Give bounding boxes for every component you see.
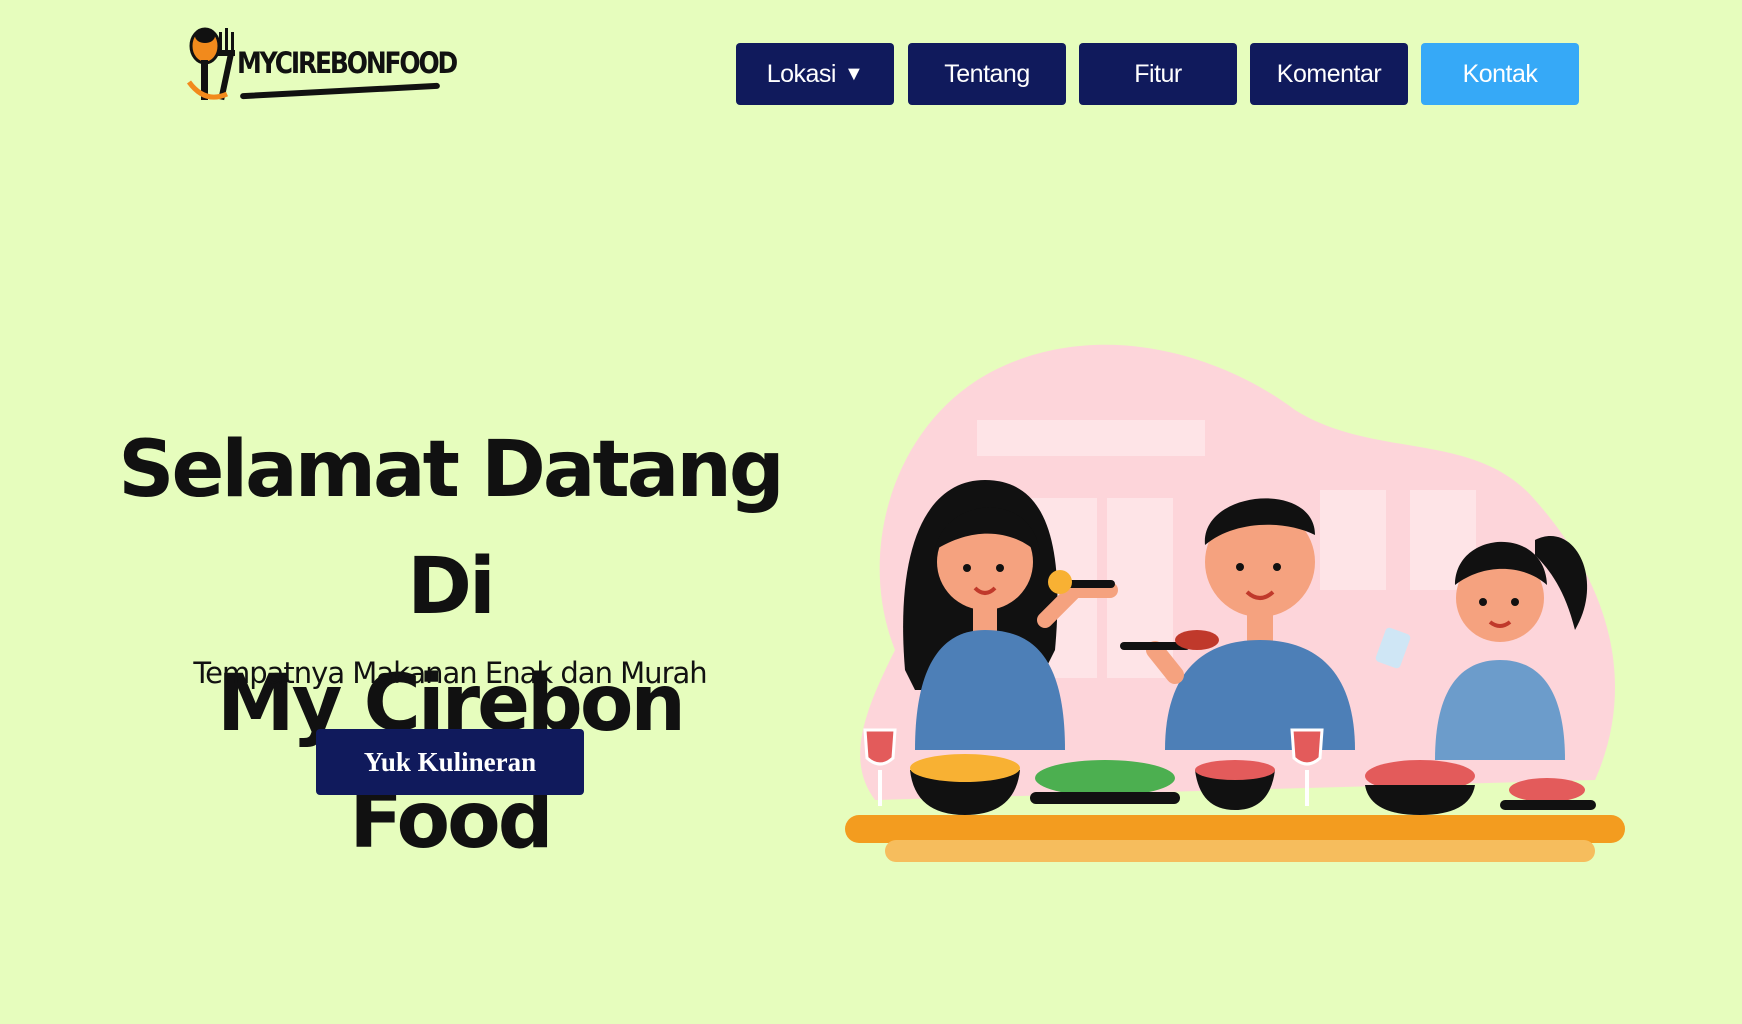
logo-text: MYCIREBONFOOD [237,46,458,80]
site-logo[interactable]: MYCIREBONFOOD [185,22,458,114]
family-dining-illustration-icon [845,344,1625,862]
caret-down-icon: ▼ [843,62,864,85]
hero-title: Selamat Datang Di My Cirebon Food [110,412,790,880]
nav-lokasi-label: Lokasi [766,59,837,88]
nav-fitur[interactable]: Fitur [1079,43,1237,105]
hero-title-line1: Selamat Datang Di [118,425,784,632]
nav-lokasi-dropdown[interactable]: Lokasi ▼ [736,43,894,105]
nav-kontak[interactable]: Kontak [1421,43,1579,105]
nav-tentang[interactable]: Tentang [908,43,1066,105]
hero-subtitle: Tempatnya Makanan Enak dan Murah [193,656,707,690]
yuk-kulineran-button[interactable]: Yuk Kulineran [316,729,584,795]
logo-underline [239,82,441,100]
nav-komentar[interactable]: Komentar [1250,43,1408,105]
